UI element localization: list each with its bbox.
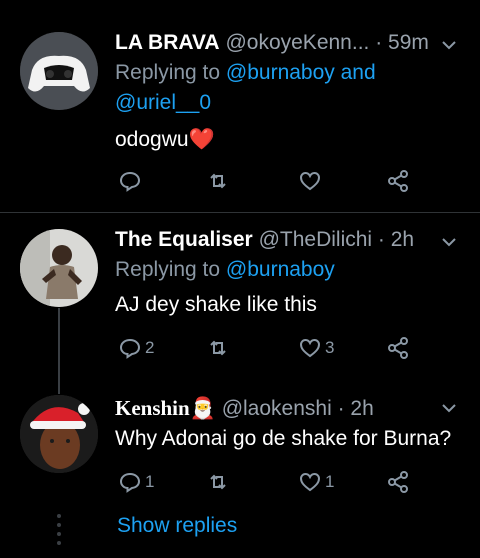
avatar[interactable] bbox=[20, 32, 98, 110]
user-handle[interactable]: @laokenshi bbox=[222, 397, 332, 420]
replying-to-label: Replying to bbox=[115, 258, 221, 281]
share-button[interactable] bbox=[386, 167, 410, 195]
reply-button[interactable]: 2 bbox=[118, 334, 154, 362]
tweet-text: odogwu❤️ bbox=[115, 126, 215, 154]
avatar[interactable] bbox=[20, 229, 98, 307]
display-name[interactable]: The Equaliser bbox=[115, 228, 253, 251]
reply-count: 2 bbox=[145, 338, 155, 357]
like-button[interactable]: 3 bbox=[298, 334, 334, 362]
show-replies-link[interactable]: Show replies bbox=[117, 514, 237, 538]
retweet-icon bbox=[210, 340, 226, 356]
retweet-button[interactable] bbox=[206, 167, 233, 195]
separator-dot: · bbox=[377, 228, 391, 251]
timestamp: 2h bbox=[390, 228, 415, 251]
like-count: 1 bbox=[325, 472, 335, 491]
tweet-3[interactable]: Kenshin🎅 @laokenshi · 2h Why Adonai go d… bbox=[0, 383, 480, 513]
reply-icon bbox=[119, 472, 141, 493]
tweet-text: Why Adonai go de shake for Burna? bbox=[115, 427, 452, 450]
reply-button[interactable]: 1 bbox=[118, 468, 154, 496]
display-name[interactable]: Kenshin bbox=[115, 396, 190, 420]
display-name[interactable]: LA BRAVA bbox=[115, 31, 220, 54]
reply-count: 1 bbox=[145, 472, 155, 491]
share-icon bbox=[388, 471, 408, 493]
replying-to: Replying to @burnaboy and bbox=[115, 58, 376, 88]
separator-dot: · bbox=[375, 31, 389, 54]
share-button[interactable] bbox=[386, 468, 410, 496]
like-icon bbox=[299, 472, 321, 492]
share-icon bbox=[388, 337, 408, 359]
like-button[interactable]: 1 bbox=[298, 468, 334, 496]
share-icon bbox=[388, 170, 408, 192]
heart-emoji: ❤️ bbox=[188, 128, 215, 151]
reply-icon bbox=[119, 171, 141, 192]
avatar[interactable] bbox=[20, 395, 98, 473]
caret-down-icon[interactable] bbox=[440, 399, 458, 417]
reply-icon bbox=[119, 338, 141, 359]
tweet-text: AJ dey shake like this bbox=[115, 293, 317, 316]
replying-to-label: Replying to bbox=[115, 61, 221, 84]
tweet-text-body: odogwu bbox=[115, 128, 189, 151]
user-handle[interactable]: @okoyeKenn... bbox=[225, 31, 369, 54]
like-count: 3 bbox=[325, 338, 335, 357]
caret-down-icon[interactable] bbox=[440, 36, 458, 54]
like-icon bbox=[299, 171, 321, 191]
mention-link[interactable]: @uriel__0 bbox=[115, 91, 211, 114]
timestamp: 2h bbox=[350, 397, 374, 420]
retweet-button[interactable] bbox=[206, 334, 233, 362]
mention-link[interactable]: @burnaboy and bbox=[226, 61, 376, 84]
retweet-button[interactable] bbox=[206, 468, 233, 496]
thread-dots bbox=[57, 514, 61, 550]
retweet-icon bbox=[210, 474, 226, 490]
like-button[interactable] bbox=[298, 167, 325, 195]
caret-down-icon[interactable] bbox=[440, 233, 458, 251]
mention-link[interactable]: @burnaboy bbox=[226, 258, 335, 281]
like-icon bbox=[299, 338, 321, 358]
retweet-icon bbox=[210, 173, 226, 189]
tweet-2[interactable]: The Equaliser @TheDilichi · 2h Replying … bbox=[0, 213, 480, 383]
share-button[interactable] bbox=[386, 334, 410, 362]
user-handle[interactable]: @TheDilichi bbox=[259, 228, 373, 251]
santa-emoji: 🎅 bbox=[189, 397, 216, 420]
replying-to: Replying to @burnaboy bbox=[115, 255, 335, 285]
separator-dot: · bbox=[337, 397, 351, 420]
timestamp: 59m bbox=[388, 31, 429, 54]
tweet-1[interactable]: LA BRAVA @okoyeKenn... · 59m Replying to… bbox=[0, 0, 480, 212]
reply-button[interactable] bbox=[118, 167, 145, 195]
